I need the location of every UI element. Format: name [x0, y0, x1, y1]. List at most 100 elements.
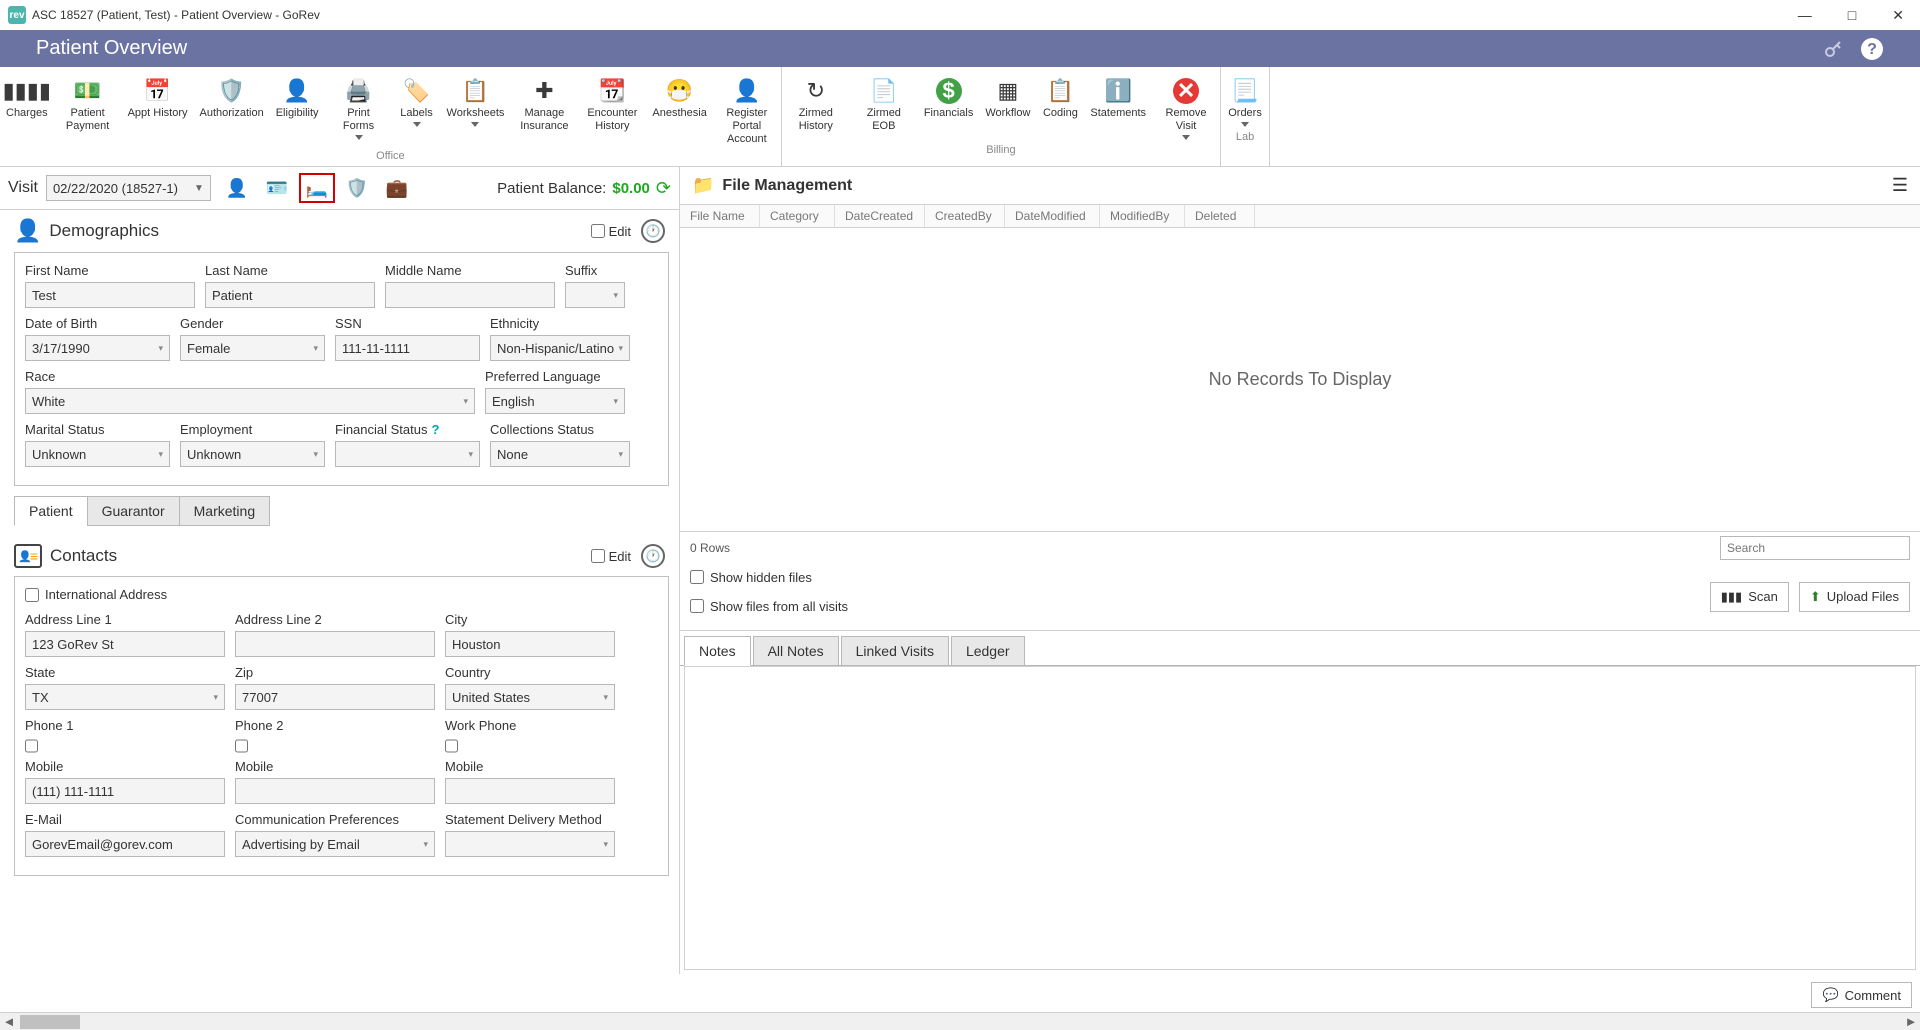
tab-ledger[interactable]: Ledger	[951, 636, 1025, 666]
marital-field[interactable]: Unknown▾	[25, 441, 170, 467]
scan-button[interactable]: ▮▮▮Scan	[1710, 582, 1789, 612]
workphone-field[interactable]	[445, 778, 615, 804]
col-category[interactable]: Category	[760, 205, 835, 227]
state-field[interactable]: TX▾	[25, 684, 225, 710]
ribbon-eligibility[interactable]: 👤Eligibility	[270, 69, 325, 148]
person-icon[interactable]: 👤	[219, 173, 255, 203]
ssn-field[interactable]: 111-11-1111	[335, 335, 480, 361]
help-icon[interactable]: ?	[432, 422, 440, 437]
ribbon-encounter-history[interactable]: 📆Encounter History	[578, 69, 646, 148]
mask-icon: 😷	[666, 77, 694, 105]
calendar-icon: 📆	[598, 77, 626, 105]
close-button[interactable]: ✕	[1884, 3, 1912, 28]
key-icon[interactable]	[1822, 37, 1846, 61]
suffix-field[interactable]: ▾	[565, 282, 625, 308]
country-field[interactable]: United States▾	[445, 684, 615, 710]
stmt-field[interactable]: ▾	[445, 831, 615, 857]
contacts-edit-toggle[interactable]: Edit	[591, 549, 631, 564]
ribbon-anesthesia[interactable]: 😷Anesthesia	[646, 69, 712, 148]
scroll-left-icon[interactable]: ◄	[0, 1014, 18, 1029]
comment-button[interactable]: 💬 Comment	[1811, 982, 1912, 1008]
col-date-modified[interactable]: DateModified	[1005, 205, 1100, 227]
ribbon-remove-visit[interactable]: ✕Remove Visit	[1152, 69, 1220, 142]
visit-selected-value: 02/22/2020 (18527-1)	[53, 181, 178, 196]
upload-files-button[interactable]: ⬆Upload Files	[1799, 582, 1910, 612]
ribbon-register-portal[interactable]: 👤Register Portal Account	[713, 69, 781, 148]
maximize-button[interactable]: □	[1840, 3, 1864, 28]
addr2-field[interactable]	[235, 631, 435, 657]
ribbon-statements[interactable]: ℹ️Statements	[1084, 69, 1152, 142]
phone1-field[interactable]: (111) 111-1111	[25, 778, 225, 804]
ribbon-patient-payment[interactable]: 💵Patient Payment	[54, 69, 122, 148]
employment-field[interactable]: Unknown▾	[180, 441, 325, 467]
tab-guarantor[interactable]: Guarantor	[87, 496, 180, 526]
dropdown-caret	[471, 122, 479, 127]
ribbon-print-forms[interactable]: 🖨️Print Forms	[325, 69, 393, 148]
gender-field[interactable]: Female▾	[180, 335, 325, 361]
page-header: Patient Overview ?	[0, 30, 1920, 67]
ribbon-financials[interactable]: $Financials	[918, 69, 980, 142]
tab-notes[interactable]: Notes	[684, 636, 751, 666]
dob-field[interactable]: 3/17/1990▾	[25, 335, 170, 361]
ribbon-manage-insurance[interactable]: ✚Manage Insurance	[510, 69, 578, 148]
ribbon-authorization[interactable]: 🛡️Authorization	[194, 69, 270, 148]
commpref-field[interactable]: Advertising by Email▾	[235, 831, 435, 857]
bed-icon[interactable]: 🛏️	[299, 173, 335, 203]
tab-all-notes[interactable]: All Notes	[753, 636, 839, 666]
phone2-mobile-check[interactable]	[235, 733, 248, 759]
history-icon[interactable]: 🕐	[641, 219, 665, 243]
hamburger-icon[interactable]: ☰	[1892, 175, 1908, 196]
minimize-button[interactable]: —	[1790, 3, 1820, 28]
race-field[interactable]: White▾	[25, 388, 475, 414]
calendar-clock-icon: 📅	[144, 77, 172, 105]
ribbon-charges[interactable]: ▮▮▮▮Charges	[0, 69, 54, 148]
demographics-edit-toggle[interactable]: Edit	[591, 224, 631, 239]
col-deleted[interactable]: Deleted	[1185, 205, 1255, 227]
ethnicity-field[interactable]: Non-Hispanic/Latino▾	[490, 335, 630, 361]
id-card-icon[interactable]: 🪪	[259, 173, 295, 203]
addr1-field[interactable]: 123 GoRev St	[25, 631, 225, 657]
phone1-mobile-check[interactable]	[25, 733, 38, 759]
ribbon-coding[interactable]: 📋Coding	[1036, 69, 1084, 142]
ribbon-worksheets[interactable]: 📋Worksheets	[441, 69, 511, 148]
zip-field[interactable]: 77007	[235, 684, 435, 710]
middle-name-field[interactable]	[385, 282, 555, 308]
country-label: Country	[445, 665, 615, 680]
history-icon[interactable]: 🕐	[641, 544, 665, 568]
collections-field[interactable]: None▾	[490, 441, 630, 467]
show-hidden-check[interactable]: Show hidden files	[690, 570, 848, 585]
ribbon-labels[interactable]: 🏷️Labels	[393, 69, 441, 148]
collections-label: Collections Status	[490, 422, 630, 437]
col-file-name[interactable]: File Name	[680, 205, 760, 227]
col-date-created[interactable]: DateCreated	[835, 205, 925, 227]
email-field[interactable]: GorevEmail@gorev.com	[25, 831, 225, 857]
ribbon-workflow[interactable]: ▦Workflow	[979, 69, 1036, 142]
shield-list-icon[interactable]: 🛡️	[339, 173, 375, 203]
fin-status-field[interactable]: ▾	[335, 441, 480, 467]
briefcase-icon[interactable]: 💼	[379, 173, 415, 203]
city-field[interactable]: Houston	[445, 631, 615, 657]
last-name-field[interactable]: Patient	[205, 282, 375, 308]
scroll-thumb[interactable]	[20, 1015, 80, 1029]
tab-linked-visits[interactable]: Linked Visits	[841, 636, 949, 666]
show-all-visits-check[interactable]: Show files from all visits	[690, 599, 848, 614]
visit-select[interactable]: 02/22/2020 (18527-1) ▼	[46, 175, 211, 201]
ribbon-zirmed-history[interactable]: ↻Zirmed History	[782, 69, 850, 142]
phone2-field[interactable]	[235, 778, 435, 804]
col-created-by[interactable]: CreatedBy	[925, 205, 1005, 227]
ribbon-zirmed-eob[interactable]: 📄Zirmed EOB	[850, 69, 918, 142]
help-icon[interactable]: ?	[1860, 37, 1884, 61]
horizontal-scrollbar[interactable]: ◄ ►	[0, 1012, 1920, 1030]
file-search-input[interactable]	[1720, 536, 1910, 560]
refresh-balance-icon[interactable]: ⟳	[656, 178, 671, 199]
pref-lang-field[interactable]: English▾	[485, 388, 625, 414]
international-address-check[interactable]: International Address	[25, 587, 658, 602]
first-name-field[interactable]: Test	[25, 282, 195, 308]
col-modified-by[interactable]: ModifiedBy	[1100, 205, 1185, 227]
scroll-right-icon[interactable]: ►	[1902, 1014, 1920, 1029]
tab-marketing[interactable]: Marketing	[179, 496, 270, 526]
ribbon-appt-history[interactable]: 📅Appt History	[122, 69, 194, 148]
tab-patient[interactable]: Patient	[14, 496, 88, 526]
ribbon-orders[interactable]: 📃Orders	[1221, 69, 1269, 129]
workphone-mobile-check[interactable]	[445, 733, 458, 759]
